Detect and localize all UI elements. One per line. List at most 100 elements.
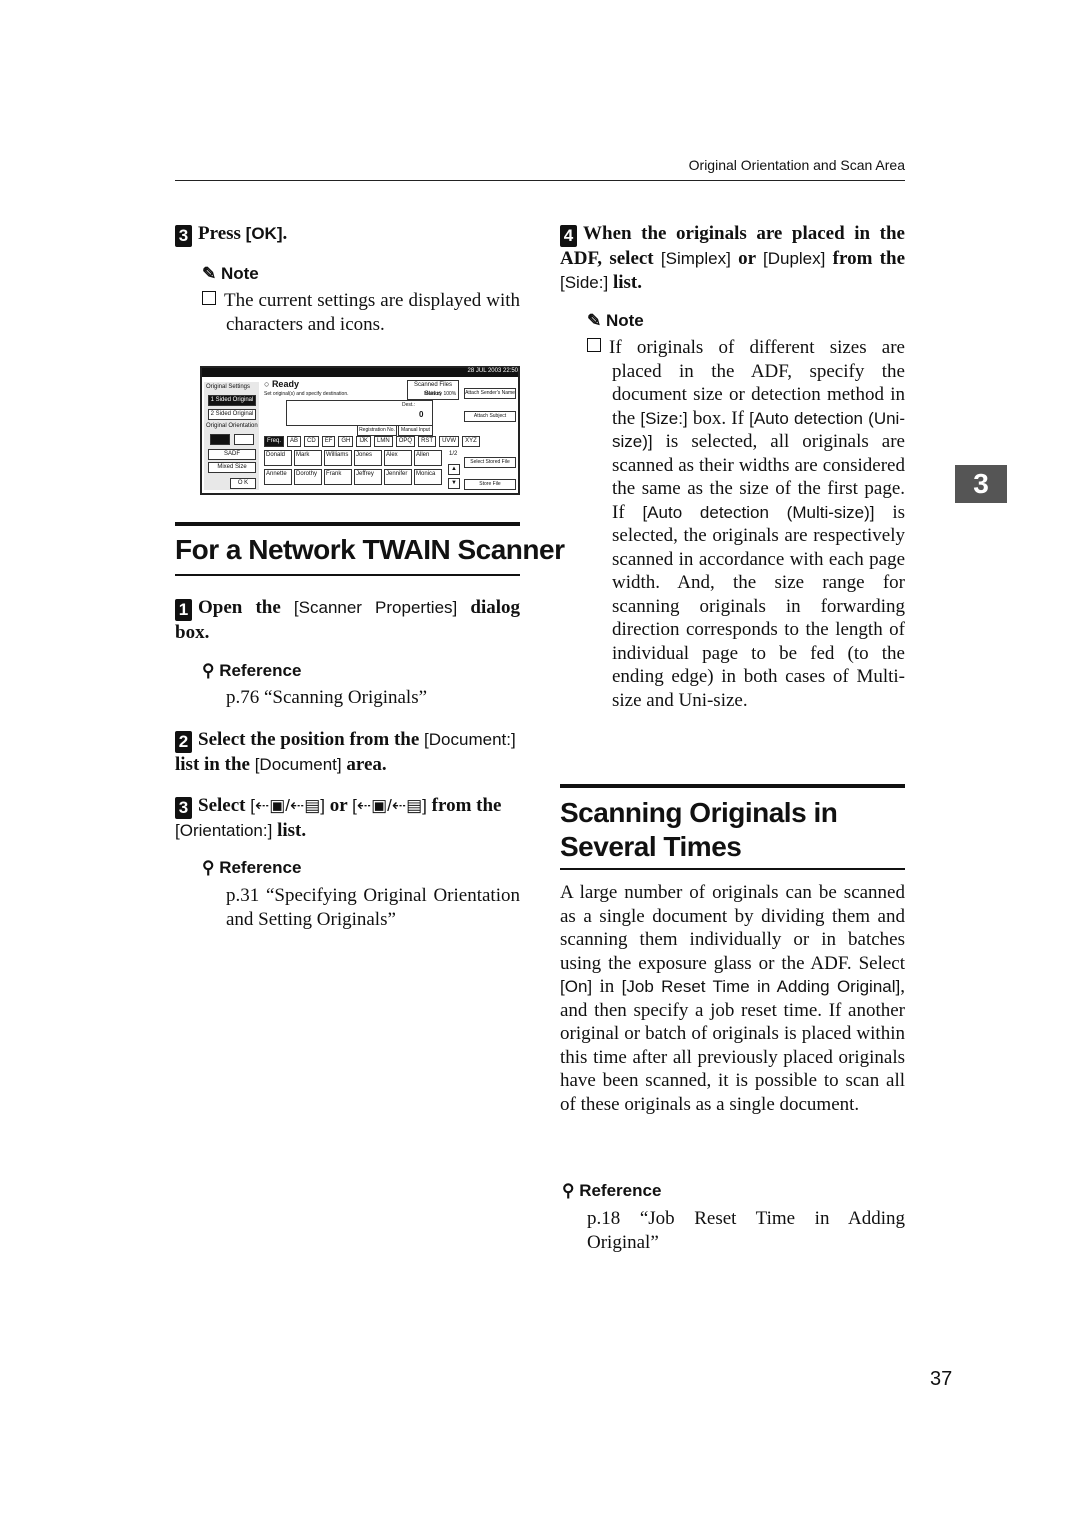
store-file-button: Store File <box>464 479 516 490</box>
note-text: The current settings are displayed with … <box>224 290 520 335</box>
destination-entry: Alex <box>384 450 412 466</box>
page-number: 37 <box>930 1368 953 1390</box>
step-number: 1 <box>175 599 192 621</box>
section-title-twain: For a Network TWAIN Scanner <box>175 534 565 565</box>
destination-entry: Frank <box>324 469 352 485</box>
section-rule-bottom <box>175 574 520 576</box>
two-sided-button: 2 Sided Original <box>208 409 256 420</box>
page-indicator: 1/2 <box>449 451 458 457</box>
sadf-button: SADF <box>208 449 256 460</box>
note-text: is selected, the originals are respectiv… <box>612 501 905 711</box>
orientation-icons-portrait: [⇠▣/⇠▤] <box>250 796 326 815</box>
ok-key-label: [OK] <box>245 224 283 243</box>
address-tab: CD <box>304 436 319 447</box>
destination-entry: Dorothy <box>294 469 322 485</box>
destination-entry: Mark <box>294 450 322 466</box>
section-rule-top <box>560 784 905 788</box>
section-rule-bottom <box>560 868 905 870</box>
step-text: list in the <box>175 754 255 775</box>
destination-entry: Allen <box>414 450 442 466</box>
note-text: box. If <box>687 407 750 429</box>
reference-label: Reference <box>579 1181 662 1200</box>
address-tab: GH <box>338 436 354 447</box>
screen-label: Original Settings <box>206 384 251 390</box>
registration-no-button: Registration No. <box>357 425 397 436</box>
step-text: Select the position from the <box>198 729 425 750</box>
size-key: [Size:] <box>640 408 688 428</box>
destination-entry: Jennifer <box>384 469 412 485</box>
auto-multi-size-key: [Auto detection (Multi-size)] <box>642 502 875 522</box>
screen-datetime: 28 JUL 2003 22:50 <box>202 368 518 377</box>
body-paragraph: A large number of originals can be scann… <box>560 881 905 1116</box>
destination-entry: Annette <box>264 469 292 485</box>
step-text: list. <box>608 272 642 293</box>
orientation-icon <box>210 434 230 445</box>
reference-text: p.18 “Job Reset Time in Adding Original” <box>587 1208 905 1253</box>
job-reset-time-key: [Job Reset Time in Adding Original] <box>621 977 901 996</box>
scroll-up-icon: ▲ <box>448 464 460 475</box>
address-tab: UVW <box>439 436 460 447</box>
on-key: [On] <box>560 977 593 996</box>
destination-entry: Jones <box>354 450 382 466</box>
step-text: or <box>325 795 353 816</box>
destination-list: Donald Mark Williams Jones Alex Allen Annette D… <box>264 450 442 485</box>
step-number: 2 <box>175 731 192 753</box>
step-text: or <box>730 248 763 269</box>
magnifier-icon: ⚲ <box>202 858 215 877</box>
step-1: 1 Open the [Scanner Properties] dialog bo… <box>175 596 520 645</box>
dest-label: Dest.: <box>402 402 416 408</box>
running-header: Original Orientation and Scan Area <box>688 157 905 173</box>
status-text: Ready <box>271 379 299 389</box>
step-3: 3 Select [⇠▣/⇠▤] or [⇠▣/⇠▤] from the [Ori… <box>175 794 520 843</box>
orientation-key: [Orientation:] <box>175 821 273 840</box>
step-number: 4 <box>560 225 577 247</box>
note-item: The current settings are displayed with … <box>202 289 520 336</box>
step-4: 4 When the originals are placed in the AD… <box>560 222 905 295</box>
destination-entry: Donald <box>264 450 292 466</box>
attach-sender-button: Attach Sender's Name <box>464 388 516 399</box>
dest-count: 0 <box>419 410 424 419</box>
destination-entry: Monica <box>414 469 442 485</box>
mixed-size-button: Mixed Size <box>208 462 256 473</box>
reference-heading: ⚲ Reference <box>202 858 301 878</box>
checkbox-bullet-icon <box>202 291 216 305</box>
one-sided-button: 1 Sided Original <box>208 395 256 406</box>
step-text: . <box>282 223 288 244</box>
step-text: from the <box>426 795 502 816</box>
document-key: [Document:] <box>424 730 516 749</box>
checkbox-bullet-icon <box>587 338 601 352</box>
screen-label: Original Orientation <box>206 423 258 429</box>
reference-label: Reference <box>219 858 302 877</box>
select-stored-file-button: Select Stored File <box>464 457 516 468</box>
document-area-key: [Document] <box>254 755 342 774</box>
magnifier-icon: ⚲ <box>202 661 215 680</box>
note-item: If originals of different sizes are plac… <box>587 336 905 712</box>
scanned-files-status: Scanned Files Status <box>407 380 459 400</box>
manual-input-button: Manual Input <box>398 425 433 436</box>
reference-label: Reference <box>219 661 302 680</box>
step-number: 3 <box>175 225 192 247</box>
destination-entry: Jeffrey <box>354 469 382 485</box>
pencil-icon: ✎ <box>202 264 217 283</box>
address-tab: RST <box>418 436 437 447</box>
header-rule <box>175 180 905 181</box>
step-text: area. <box>341 754 387 775</box>
address-tab: LMN <box>374 436 393 447</box>
manual-page: Original Orientation and Scan Area 3 Pres… <box>0 0 1080 1528</box>
memory-readout: Memory 100% <box>424 391 457 397</box>
address-tab: EF <box>321 436 336 447</box>
step-text: Select <box>198 795 251 816</box>
attach-subject-button: Attach Subject <box>464 411 516 422</box>
para-text: A large number of originals can be scann… <box>560 882 905 974</box>
address-tab: Freq. <box>264 436 285 447</box>
address-tab: OPQ <box>395 436 416 447</box>
side-key: [Side:] <box>560 273 609 292</box>
duplex-key: [Duplex] <box>763 249 826 268</box>
section-rule-top <box>175 522 520 526</box>
note-heading: ✎ Note <box>587 311 644 331</box>
pencil-icon: ✎ <box>587 311 602 330</box>
address-tabs: Freq. AB CD EF GH IJK LMN OPQ RST UVW XYZ <box>264 436 480 447</box>
address-tab: AB <box>287 436 302 447</box>
scroll-down-icon: ▼ <box>448 478 460 489</box>
orientation-icons-landscape: [⇠▣/⇠▤] <box>352 796 427 815</box>
